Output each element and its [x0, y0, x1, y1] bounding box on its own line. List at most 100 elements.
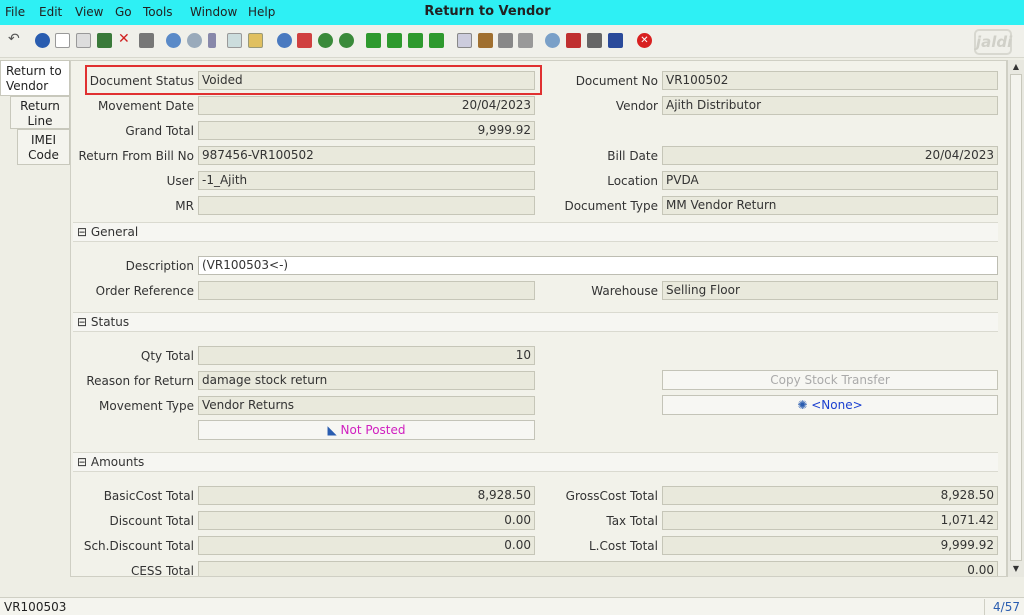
scroll-thumb[interactable] — [1010, 74, 1022, 561]
copy-stock-transfer-button[interactable]: Copy Stock Transfer — [662, 370, 998, 390]
amounts-section-header[interactable]: ⊟ Amounts — [73, 452, 998, 472]
tax-field: 1,071.42 — [662, 511, 998, 530]
history-icon[interactable] — [277, 33, 292, 48]
detail-record-icon[interactable] — [339, 33, 354, 48]
none-button-label: <None> — [811, 398, 863, 412]
process-icon[interactable] — [608, 33, 623, 48]
return-bill-label: Return From Bill No — [78, 149, 194, 163]
tab-return-line[interactable]: Return Line — [10, 96, 70, 129]
warehouse-field[interactable]: Selling Floor — [662, 281, 998, 300]
amounts-section-title: Amounts — [90, 455, 145, 469]
general-section-header[interactable]: ⊟ General — [73, 222, 998, 242]
print-preview-icon[interactable] — [139, 33, 154, 48]
side-tabs: Return to Vendor Return Line IMEI Code — [0, 60, 70, 580]
status-bar: VR100503 4/57 — [0, 597, 1024, 615]
movement-type-label: Movement Type — [99, 399, 194, 413]
chart-icon: ◣ — [327, 423, 337, 437]
cess-label: CESS Total — [130, 564, 194, 577]
help-icon[interactable] — [35, 33, 50, 48]
gross-cost-label: GrossCost Total — [565, 489, 658, 503]
home-icon[interactable] — [297, 33, 312, 48]
reason-field[interactable]: damage stock return — [198, 371, 535, 390]
mr-field[interactable] — [198, 196, 535, 215]
workflow-icon[interactable] — [566, 33, 581, 48]
movement-type-field[interactable]: Vendor Returns — [198, 396, 535, 415]
sch-discount-label: Sch.Discount Total — [83, 539, 194, 553]
none-button[interactable]: ✺ <None> — [662, 395, 998, 415]
vertical-scrollbar[interactable]: ▲ ▼ — [1007, 60, 1024, 577]
grand-total-field: 9,999.92 — [198, 121, 535, 140]
vendor-field[interactable]: Ajith Distributor — [662, 96, 998, 115]
zoom-icon[interactable] — [545, 33, 560, 48]
form-panel: Document Status Voided Document No VR100… — [70, 60, 1007, 577]
tax-label: Tax Total — [606, 514, 658, 528]
next-record-icon[interactable] — [408, 33, 423, 48]
qty-total-label: Qty Total — [140, 349, 194, 363]
scroll-up-icon[interactable]: ▲ — [1011, 62, 1021, 72]
cess-field: 0.00 — [198, 561, 998, 576]
menu-bar: File Edit View Go Tools Window Help Retu… — [0, 0, 1024, 25]
description-input[interactable]: (VR100503<-) — [198, 256, 998, 275]
document-no-field[interactable]: VR100502 — [662, 71, 998, 90]
scroll-down-icon[interactable]: ▼ — [1011, 564, 1021, 574]
print-icon[interactable] — [498, 33, 513, 48]
previous-record-icon[interactable] — [387, 33, 402, 48]
toolbar: ↶ ✕ ✕ jaldi — [0, 25, 1024, 58]
bill-date-label: Bill Date — [607, 149, 658, 163]
search-icon[interactable] — [187, 33, 202, 48]
location-label: Location — [607, 174, 658, 188]
print-direct-icon[interactable] — [518, 33, 533, 48]
gear-icon: ✺ — [797, 398, 808, 412]
first-record-icon[interactable] — [366, 33, 381, 48]
tab-imei-code[interactable]: IMEI Code — [17, 129, 70, 165]
report-icon[interactable] — [457, 33, 472, 48]
location-field[interactable]: PVDA — [662, 171, 998, 190]
jaldi-logo: jaldi — [974, 29, 1012, 55]
qty-total-field: 10 — [198, 346, 535, 365]
warehouse-label: Warehouse — [591, 284, 658, 298]
copy-icon[interactable] — [76, 33, 91, 48]
chat-icon[interactable] — [227, 33, 242, 48]
lcost-field: 9,999.92 — [662, 536, 998, 555]
window-title: Return to Vendor — [424, 4, 551, 19]
archive-icon[interactable] — [478, 33, 493, 48]
status-section-title: Status — [90, 315, 130, 329]
product-info-icon[interactable] — [587, 33, 602, 48]
parent-record-icon[interactable] — [318, 33, 333, 48]
return-bill-field[interactable]: 987456-VR100502 — [198, 146, 535, 165]
record-counter[interactable]: 4/57 — [984, 599, 1020, 615]
basic-cost-field: 8,928.50 — [198, 486, 535, 505]
user-label: User — [166, 174, 194, 188]
order-reference-label: Order Reference — [95, 284, 194, 298]
document-no-label: Document No — [575, 74, 658, 88]
document-type-label: Document Type — [564, 199, 658, 213]
posted-button[interactable]: ◣ Not Posted — [198, 420, 535, 440]
vendor-label: Vendor — [615, 99, 658, 113]
delete-icon[interactable]: ✕ — [118, 31, 133, 47]
status-section-header[interactable]: ⊟ Status — [73, 312, 998, 332]
description-label: Description — [125, 259, 194, 273]
movement-date-field[interactable]: 20/04/2023 — [198, 96, 535, 115]
basic-cost-label: BasicCost Total — [103, 489, 194, 503]
last-record-icon[interactable] — [429, 33, 444, 48]
document-status-field: Voided — [198, 71, 535, 90]
new-icon[interactable] — [55, 33, 70, 48]
sch-discount-field: 0.00 — [198, 536, 535, 555]
status-record-id: VR100503 — [4, 600, 67, 614]
mr-label: MR — [175, 199, 194, 213]
lcost-label: L.Cost Total — [588, 539, 658, 553]
movement-date-label: Movement Date — [97, 99, 194, 113]
tab-return-to-vendor[interactable]: Return to Vendor — [0, 60, 70, 96]
bill-date-field[interactable]: 20/04/2023 — [662, 146, 998, 165]
attachment-icon[interactable] — [208, 33, 216, 48]
reason-label: Reason for Return — [86, 374, 194, 388]
document-type-field[interactable]: MM Vendor Return — [662, 196, 998, 215]
grand-total-label: Grand Total — [125, 124, 194, 138]
user-field[interactable]: -1_Ajith — [198, 171, 535, 190]
order-reference-field[interactable] — [198, 281, 535, 300]
refresh-icon[interactable] — [166, 33, 181, 48]
grid-toggle-icon[interactable] — [248, 33, 263, 48]
undo-icon[interactable]: ↶ — [8, 31, 23, 47]
close-window-icon[interactable]: ✕ — [637, 33, 652, 48]
save-icon[interactable] — [97, 33, 112, 48]
